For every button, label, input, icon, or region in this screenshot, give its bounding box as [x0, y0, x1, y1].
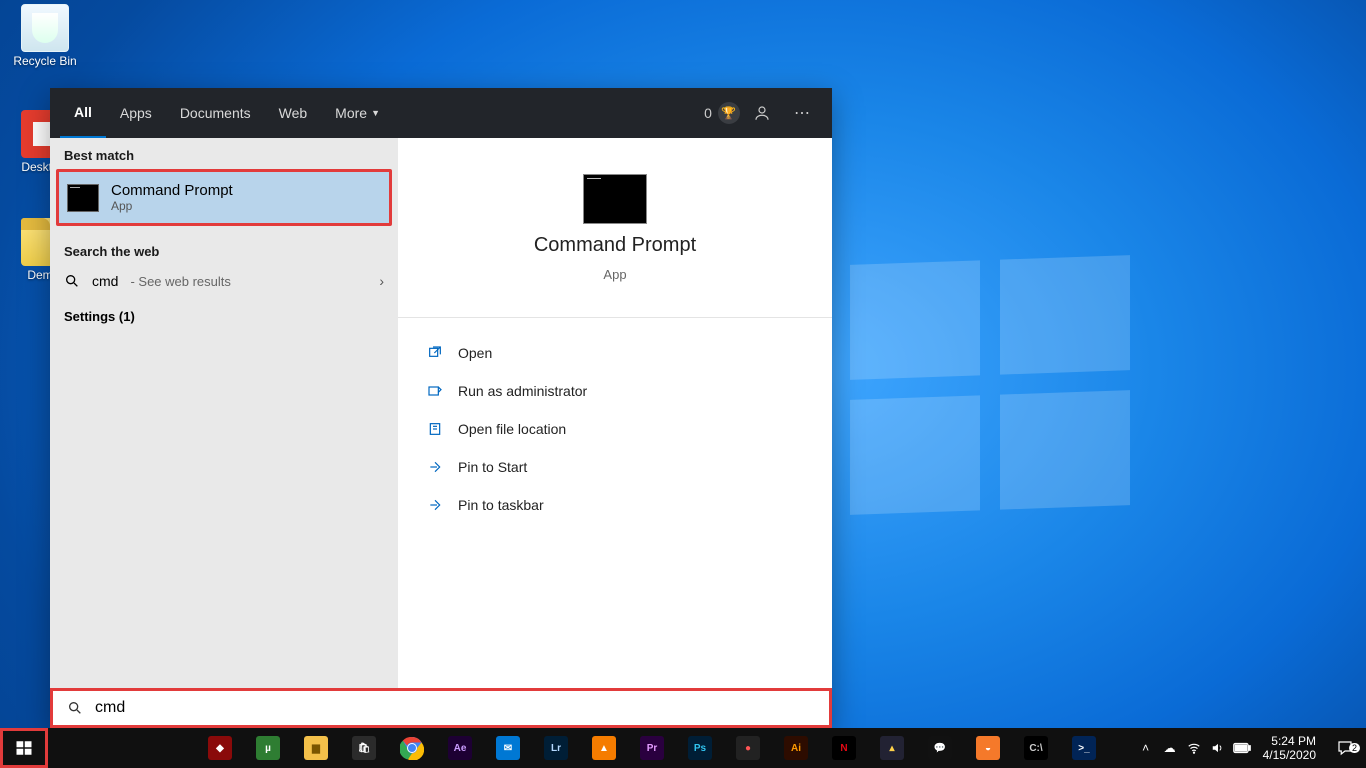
web-search-term: cmd: [92, 273, 118, 289]
best-match-title: Command Prompt: [111, 182, 233, 199]
web-search-item[interactable]: cmd - See web results ›: [50, 263, 398, 299]
action-label: Run as administrator: [458, 383, 587, 399]
taskbar-premiere[interactable]: Pr: [628, 728, 676, 768]
search-box[interactable]: [50, 688, 832, 728]
desktop-icon-label: Recycle Bin: [13, 54, 76, 68]
cmd-icon: [583, 174, 647, 224]
best-match-item[interactable]: Command Prompt App: [56, 169, 392, 226]
cmd-icon: [67, 184, 99, 212]
tab-documents[interactable]: Documents: [166, 88, 265, 138]
action-pin-taskbar[interactable]: Pin to taskbar: [422, 488, 808, 522]
chevron-down-icon: ▼: [371, 108, 380, 118]
settings-row[interactable]: Settings (1): [50, 299, 398, 334]
tray-onedrive-icon[interactable]: ☁: [1159, 741, 1181, 755]
pin-icon: [426, 458, 444, 476]
taskbar-microsoft-store[interactable]: 🛍: [340, 728, 388, 768]
taskbar-messaging[interactable]: 💬: [916, 728, 964, 768]
action-open[interactable]: Open: [422, 336, 808, 370]
taskbar-netflix[interactable]: N: [820, 728, 868, 768]
preview-title: Command Prompt: [534, 234, 696, 257]
search-panel-header: All Apps Documents Web More▼ 0🏆 ⋯: [50, 88, 832, 138]
windows-logo-wallpaper: [850, 255, 1130, 515]
taskbar-app-flame[interactable]: ▴: [868, 728, 916, 768]
action-label: Open file location: [458, 421, 566, 437]
taskbar-lightroom[interactable]: Lr: [532, 728, 580, 768]
trophy-icon: 🏆: [718, 102, 740, 124]
rewards-count-label: 0: [704, 105, 712, 121]
more-options-icon[interactable]: ⋯: [782, 93, 822, 133]
start-search-panel: All Apps Documents Web More▼ 0🏆 ⋯ Best m…: [50, 88, 832, 728]
open-icon: [426, 344, 444, 362]
taskbar-mail[interactable]: ✉: [484, 728, 532, 768]
folder-icon: [426, 420, 444, 438]
result-preview-pane: Command Prompt App Open Run as administr…: [398, 138, 832, 728]
tab-web[interactable]: Web: [265, 88, 322, 138]
action-run-admin[interactable]: Run as administrator: [422, 374, 808, 408]
chevron-right-icon: ›: [379, 273, 384, 289]
tray-wifi-icon[interactable]: [1183, 741, 1205, 755]
taskbar-clock[interactable]: 5:24 PM 4/15/2020: [1255, 734, 1324, 762]
search-icon: [67, 700, 83, 716]
tab-apps[interactable]: Apps: [106, 88, 166, 138]
taskbar-illustrator[interactable]: Ai: [772, 728, 820, 768]
action-center-icon[interactable]: 2: [1326, 739, 1364, 757]
best-match-header: Best match: [50, 138, 398, 167]
search-icon: [64, 273, 80, 289]
system-tray: ˄ ☁ 5:24 PM 4/15/2020 2: [1135, 728, 1366, 768]
results-list: Best match Command Prompt App Search the…: [50, 138, 398, 728]
taskbar-davinci[interactable]: ●: [724, 728, 772, 768]
preview-subtitle: App: [603, 267, 626, 282]
search-web-header: Search the web: [50, 234, 398, 263]
shield-icon: [426, 382, 444, 400]
tray-battery-icon[interactable]: [1231, 742, 1253, 754]
tab-more[interactable]: More ▼: [321, 88, 394, 138]
taskbar: ◆µ▆🛍 Ae✉Lr▲PrPs●AiN▴💬◒C:\>_ ˄ ☁ 5:24 PM 4…: [0, 728, 1366, 768]
web-search-sub: - See web results: [130, 274, 230, 289]
taskbar-file-explorer[interactable]: ▆: [292, 728, 340, 768]
taskbar-after-effects[interactable]: Ae: [436, 728, 484, 768]
tray-chevron-up-icon[interactable]: ˄: [1135, 741, 1157, 755]
best-match-subtitle: App: [111, 199, 233, 213]
action-label: Pin to taskbar: [458, 497, 544, 513]
notif-count: 2: [1349, 743, 1360, 753]
action-label: Pin to Start: [458, 459, 527, 475]
clock-date: 4/15/2020: [1263, 748, 1316, 762]
clock-time: 5:24 PM: [1263, 734, 1316, 748]
tab-more-label: More: [335, 105, 367, 121]
preview-header: Command Prompt App: [398, 138, 832, 318]
action-pin-start[interactable]: Pin to Start: [422, 450, 808, 484]
desktop-icon-recycle-bin[interactable]: Recycle Bin: [8, 4, 82, 68]
action-open-location[interactable]: Open file location: [422, 412, 808, 446]
tab-all[interactable]: All: [60, 88, 106, 138]
taskbar-photoshop[interactable]: Ps: [676, 728, 724, 768]
search-input[interactable]: [95, 699, 815, 717]
taskbar-app-unknown-red[interactable]: ◆: [196, 728, 244, 768]
action-label: Open: [458, 345, 492, 361]
taskbar-vlc[interactable]: ▲: [580, 728, 628, 768]
taskbar-utorrent[interactable]: µ: [244, 728, 292, 768]
tray-volume-icon[interactable]: [1207, 741, 1229, 755]
rewards-count[interactable]: 0🏆: [702, 93, 742, 133]
pin-icon: [426, 496, 444, 514]
start-button[interactable]: [0, 728, 48, 768]
taskbar-blender[interactable]: ◒: [964, 728, 1012, 768]
taskbar-powershell[interactable]: >_: [1060, 728, 1108, 768]
taskbar-chrome[interactable]: [388, 728, 436, 768]
preview-actions: Open Run as administrator Open file loca…: [398, 318, 832, 540]
taskbar-cmd[interactable]: C:\: [1012, 728, 1060, 768]
account-icon[interactable]: [742, 93, 782, 133]
